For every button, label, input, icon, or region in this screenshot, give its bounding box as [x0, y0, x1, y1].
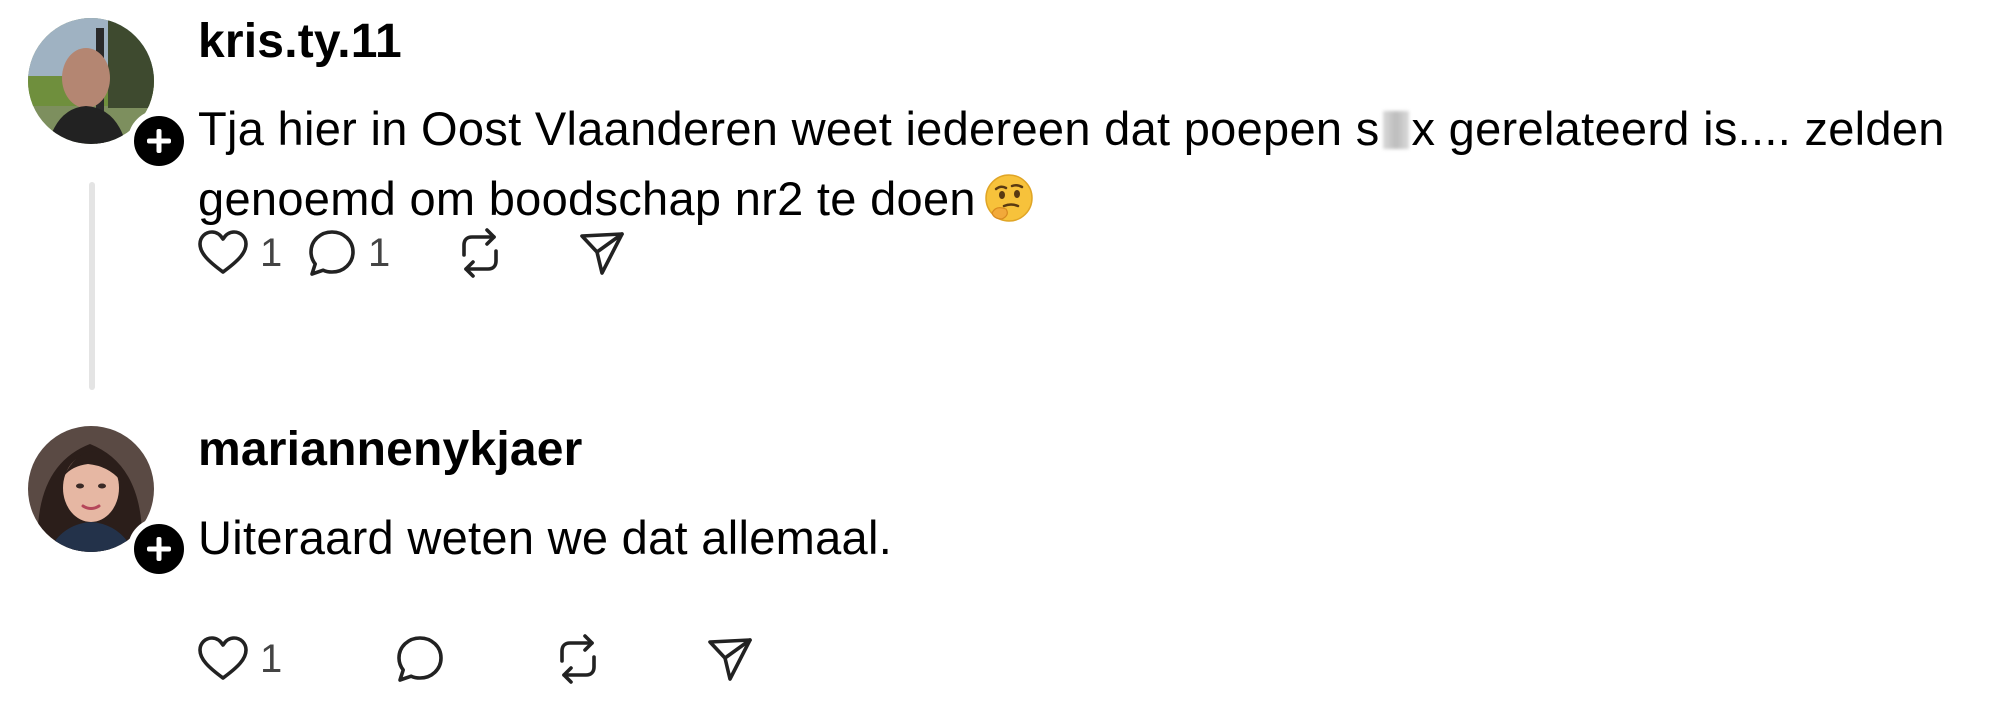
share-icon	[580, 232, 624, 275]
heart-icon	[198, 636, 248, 680]
share-button[interactable]	[706, 624, 754, 694]
comment-button[interactable]: 1	[306, 218, 390, 288]
avatar-container	[28, 18, 190, 172]
username[interactable]: kris.ty.11	[198, 14, 402, 69]
post-text: Uiteraard weten we dat allemaal.	[198, 511, 893, 564]
thinking-face-emoji	[985, 174, 1033, 222]
repost-icon	[560, 634, 596, 684]
comment-icon	[309, 230, 355, 276]
repost-button[interactable]	[554, 624, 602, 694]
follow-button[interactable]	[128, 110, 190, 172]
plus-icon	[147, 129, 171, 153]
comment-button[interactable]	[394, 624, 446, 694]
username[interactable]: mariannenykjaer	[198, 422, 583, 477]
plus-icon	[147, 537, 171, 561]
post-text: Tja hier in Oost Vlaanderen weet iederee…	[198, 94, 1988, 234]
post-text-part: Tja hier in Oost Vlaanderen weet iederee…	[198, 102, 1380, 155]
heart-icon	[198, 230, 248, 274]
like-count: 1	[260, 230, 283, 275]
repost-icon	[462, 228, 498, 278]
thread-line	[89, 182, 95, 390]
like-count: 1	[260, 636, 283, 681]
repost-button[interactable]	[456, 218, 504, 288]
reply-post: mariannenykjaer Uiteraard weten we dat a…	[0, 410, 2002, 702]
comment-icon	[397, 636, 443, 682]
like-button[interactable]: 1	[196, 218, 282, 288]
reply-post: kris.ty.11 Tja hier in Oost Vlaanderen w…	[0, 0, 2002, 410]
censor-blur	[1382, 111, 1409, 149]
follow-button[interactable]	[128, 518, 190, 580]
like-button[interactable]: 1	[196, 624, 282, 694]
reply-count: 1	[368, 230, 391, 275]
share-button[interactable]	[578, 218, 626, 288]
share-icon	[708, 638, 752, 681]
avatar-container	[28, 426, 190, 580]
